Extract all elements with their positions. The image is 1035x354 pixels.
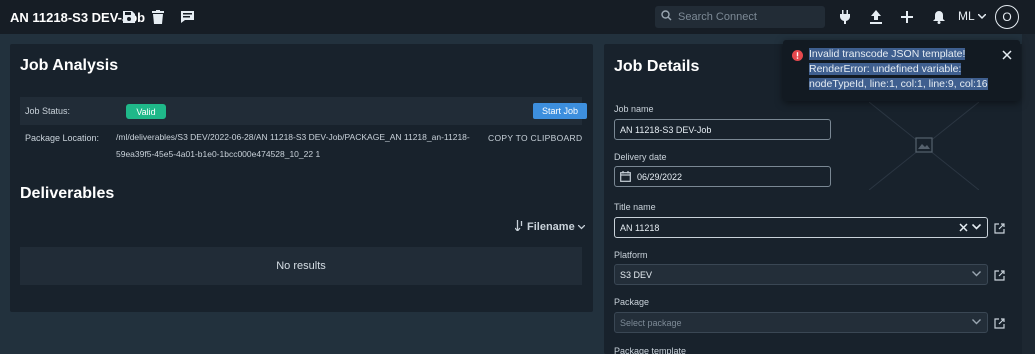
chevron-down-icon (977, 9, 987, 23)
job-status-row: Job Status: Valid Start Job (20, 97, 587, 125)
platform-select[interactable]: S3 DEV (614, 264, 988, 285)
delivery-date-label: Delivery date (614, 152, 667, 162)
deliverables-empty-state: No results (20, 247, 582, 285)
image-placeholder-icon (869, 102, 979, 190)
job-status-label: Job Status: (25, 106, 71, 116)
error-message-line2: RenderError: undefined variable: (809, 63, 962, 75)
upload-icon[interactable] (867, 8, 885, 26)
error-message-line3: nodeTypeId, line:1, col:1, line:9, col:1… (809, 78, 988, 90)
comment-icon[interactable] (178, 8, 196, 26)
chevron-down-icon[interactable] (972, 224, 981, 230)
external-link-icon[interactable] (994, 318, 1005, 329)
plus-icon[interactable] (898, 8, 916, 26)
top-bar: AN 11218-S3 DEV-Job ML O (0, 0, 1035, 34)
package-location-label: Package Location: (25, 133, 100, 143)
delivery-date-field[interactable]: 06/29/2022 (614, 166, 831, 187)
title-name-label: Title name (614, 202, 656, 212)
close-icon[interactable] (1001, 49, 1013, 61)
sort-filename-control[interactable]: Filename (514, 220, 586, 234)
avatar[interactable]: O (995, 5, 1019, 29)
package-label: Package (614, 297, 650, 307)
platform-value: S3 DEV (620, 269, 653, 280)
external-link-icon[interactable] (994, 270, 1005, 281)
job-name-label: Job name (614, 104, 654, 114)
package-select[interactable]: Select package (614, 312, 988, 333)
start-job-button[interactable]: Start Job (533, 103, 587, 119)
chevron-down-icon (972, 319, 981, 325)
error-icon (792, 50, 803, 61)
chevron-down-icon (577, 221, 586, 233)
job-name-value: AN 11218-S3 DEV-Job (620, 124, 712, 135)
copy-to-clipboard-button[interactable]: COPY TO CLIPBOARD (488, 133, 582, 143)
package-placeholder: Select package (620, 317, 682, 328)
chevron-down-icon (972, 271, 981, 277)
delete-icon[interactable] (149, 8, 167, 26)
job-analysis-title: Job Analysis (20, 57, 119, 74)
job-name-field[interactable]: AN 11218-S3 DEV-Job (614, 119, 831, 140)
package-path-line2: 59ea39f5-45e5-4a01-b1e0-1bcc000e474528_1… (116, 149, 321, 159)
platform-label: Platform (614, 250, 648, 260)
job-analysis-panel: Job Analysis Job Status: Valid Start Job… (10, 44, 593, 312)
calendar-icon[interactable] (620, 171, 631, 182)
save-icon[interactable] (120, 8, 138, 26)
scrollbar-track[interactable] (1022, 34, 1035, 354)
sort-icon (514, 220, 524, 234)
error-toast: Invalid transcode JSON template! RenderE… (783, 40, 1020, 101)
delivery-date-value: 06/29/2022 (637, 171, 683, 182)
job-details-title: Job Details (614, 58, 700, 75)
user-menu[interactable]: ML (958, 9, 987, 23)
package-template-label: Package template (614, 346, 687, 354)
search-bar[interactable] (655, 6, 825, 28)
error-message: Invalid transcode JSON template! RenderE… (809, 47, 991, 92)
error-message-line1: Invalid transcode JSON template! (809, 48, 966, 60)
bell-icon[interactable] (930, 8, 948, 26)
external-link-icon[interactable] (994, 223, 1005, 234)
deliverables-title: Deliverables (20, 185, 115, 202)
sort-label: Filename (527, 221, 575, 233)
title-name-value: AN 11218 (620, 222, 660, 233)
user-initials: ML (958, 9, 975, 23)
search-input[interactable] (678, 11, 818, 23)
title-name-select[interactable]: AN 11218 (614, 217, 988, 238)
package-path-line1: /ml/deliverables/S3 DEV/2022-06-28/AN 11… (116, 132, 470, 142)
plug-icon[interactable] (836, 8, 854, 26)
package-location-value: /ml/deliverables/S3 DEV/2022-06-28/AN 11… (116, 132, 476, 160)
clear-icon[interactable] (959, 223, 968, 232)
search-icon (661, 10, 672, 24)
status-badge: Valid (126, 104, 166, 119)
